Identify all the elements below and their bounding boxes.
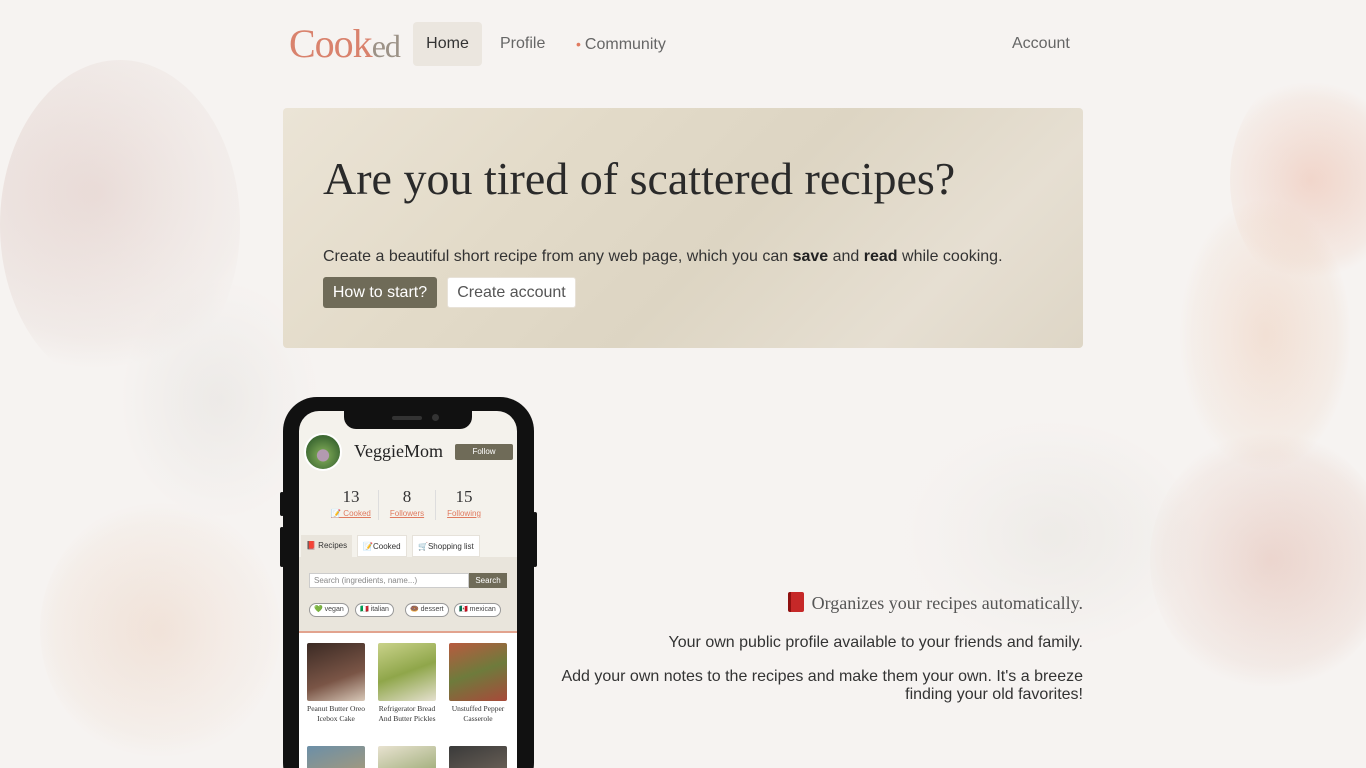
notification-dot: • (576, 36, 581, 52)
tag-vegan[interactable]: 💚 vegan (309, 603, 349, 617)
phone-screen: VeggieMom Follow 13 📝 Cooked 8 Followers… (299, 411, 517, 768)
feature-text-profile: Your own public profile available to you… (668, 634, 1083, 651)
profile-username: VeggieMom (354, 441, 443, 461)
create-account-button[interactable]: Create account (447, 277, 576, 308)
follow-button[interactable]: Follow (455, 444, 513, 460)
red-book-icon (787, 592, 804, 612)
recipe-card[interactable]: Refrigerator Bread And Butter Pickles (378, 643, 436, 723)
how-to-start-button[interactable]: How to start? (323, 277, 437, 308)
recipe-card[interactable] (307, 746, 365, 768)
tab-shopping-list[interactable]: 🛒Shopping list (412, 535, 480, 557)
profile-stats: 13 📝 Cooked 8 Followers 15 Following (323, 487, 503, 527)
tag-mexican[interactable]: 🇲🇽 mexican (454, 603, 501, 617)
nav-community[interactable]: • Community (576, 22, 666, 66)
search-input[interactable]: Search (ingredients, name...) (309, 573, 469, 588)
nav-home[interactable]: Home (413, 22, 482, 66)
search-button[interactable]: Search (469, 573, 507, 588)
features-section: Organizes your recipes automatically. Yo… (540, 592, 1083, 704)
logo[interactable]: Cooked (289, 20, 401, 67)
profile-tabs: 📕 Recipes 📝Cooked 🛒Shopping list (299, 535, 517, 557)
tag-dessert[interactable]: 🍩 dessert (405, 603, 449, 617)
tab-cooked[interactable]: 📝Cooked (357, 535, 407, 557)
recipe-card[interactable] (449, 746, 507, 768)
top-nav: Cooked Home Profile • Community Account (283, 0, 1083, 86)
phone-mockup: VeggieMom Follow 13 📝 Cooked 8 Followers… (280, 397, 537, 768)
hero-subtitle: Create a beautiful short recipe from any… (323, 248, 1003, 265)
tab-recipes[interactable]: 📕 Recipes (301, 535, 353, 557)
avatar (304, 433, 342, 471)
stat-cooked[interactable]: 13 📝 Cooked (323, 487, 379, 518)
hero-title: Are you tired of scattered recipes? (323, 153, 956, 204)
nav-profile[interactable]: Profile (500, 22, 545, 66)
recipe-card[interactable]: Unstuffed Pepper Casserole (449, 643, 507, 723)
feature-text-notes: Add your own notes to the recipes and ma… (561, 668, 1083, 703)
recipe-card[interactable] (378, 746, 436, 768)
features-title: Organizes your recipes automatically. (540, 592, 1083, 614)
tag-italian[interactable]: 🇮🇹 italian (355, 603, 394, 617)
recipe-search-area: Search (ingredients, name...) Search 💚 v… (299, 557, 517, 633)
hero-banner: Are you tired of scattered recipes? Crea… (283, 108, 1083, 348)
phone-notch (344, 411, 472, 429)
recipe-grid: Peanut Butter Oreo Icebox Cake Refrigera… (299, 633, 517, 768)
stat-following[interactable]: 15 Following (436, 487, 492, 518)
recipe-card[interactable]: Peanut Butter Oreo Icebox Cake (307, 643, 365, 723)
nav-account[interactable]: Account (1012, 22, 1070, 66)
stat-followers[interactable]: 8 Followers (379, 487, 435, 518)
